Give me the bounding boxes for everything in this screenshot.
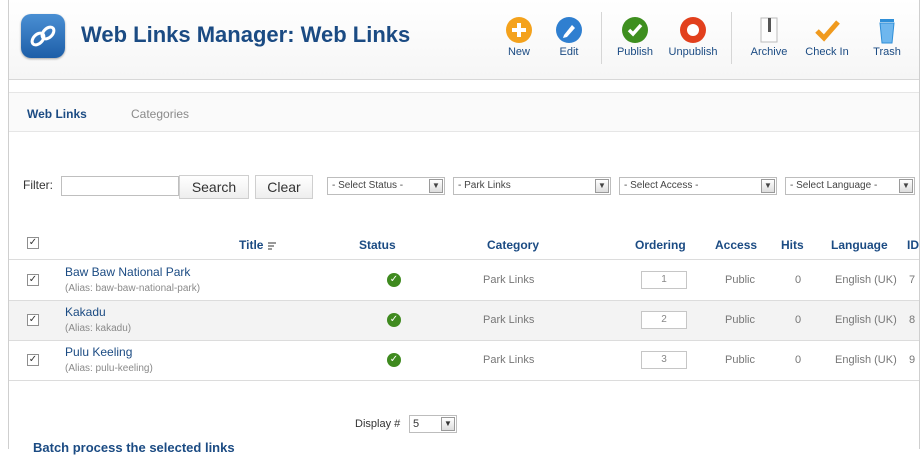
ordering-input[interactable]: 2 xyxy=(641,311,687,329)
chevron-down-icon: ▼ xyxy=(441,417,455,431)
access-cell: Public xyxy=(725,354,755,366)
row-checkbox[interactable]: ✓ xyxy=(27,354,39,366)
link-title[interactable]: Baw Baw National Park xyxy=(65,265,190,279)
filter-bar: Filter: Search Clear - Select Status - ▼… xyxy=(9,170,919,204)
table-row: ✓ Pulu Keeling (Alias: pulu-keeling) ✓ P… xyxy=(9,341,919,381)
chevron-down-icon: ▼ xyxy=(761,179,775,193)
link-alias: (Alias: kakadu) xyxy=(65,323,132,334)
access-cell: Public xyxy=(725,274,755,286)
hits-cell: 0 xyxy=(795,314,802,326)
pencil-icon xyxy=(556,17,582,43)
admin-panel: Web Links Manager: Web Links New Edit Pu… xyxy=(8,0,920,455)
display-count-select[interactable]: 5 ▼ xyxy=(409,415,457,433)
check-icon xyxy=(622,17,648,43)
category-select[interactable]: - Park Links ▼ xyxy=(453,177,611,195)
hits-column-header[interactable]: Hits xyxy=(781,238,804,252)
title-column-header[interactable]: Title xyxy=(239,238,277,252)
link-title[interactable]: Pulu Keeling xyxy=(65,345,132,359)
toolbar: Web Links Manager: Web Links New Edit Pu… xyxy=(9,0,919,80)
trash-label: Trash xyxy=(873,46,901,58)
hits-cell: 0 xyxy=(795,354,802,366)
unpublish-label: Unpublish xyxy=(668,46,718,58)
archive-icon xyxy=(760,17,778,43)
clear-button[interactable]: Clear xyxy=(255,175,313,199)
ordering-column-header[interactable]: Ordering xyxy=(635,238,686,252)
language-column-header[interactable]: Language xyxy=(831,238,888,252)
trash-button[interactable]: Trash xyxy=(859,6,915,68)
language-select[interactable]: - Select Language - ▼ xyxy=(785,177,915,195)
published-status-icon[interactable]: ✓ xyxy=(387,353,401,367)
language-cell: English (UK) xyxy=(835,354,897,366)
language-cell: English (UK) xyxy=(835,274,897,286)
id-cell: 9 xyxy=(909,354,916,366)
archive-label: Archive xyxy=(750,46,788,58)
search-button[interactable]: Search xyxy=(179,175,249,199)
category-select-value: - Park Links xyxy=(458,180,511,191)
category-cell: Park Links xyxy=(483,354,535,366)
row-checkbox[interactable]: ✓ xyxy=(27,314,39,326)
row-checkbox[interactable]: ✓ xyxy=(27,274,39,286)
tab-categories[interactable]: Categories xyxy=(131,107,189,121)
check-in-label: Check In xyxy=(805,46,849,58)
batch-process-heading: Batch process the selected links xyxy=(33,440,235,455)
link-title[interactable]: Kakadu xyxy=(65,305,106,319)
language-select-value: - Select Language - xyxy=(790,180,878,191)
category-column-header[interactable]: Category xyxy=(487,238,539,252)
new-label: New xyxy=(507,46,530,58)
hits-cell: 0 xyxy=(795,274,802,286)
link-alias: (Alias: pulu-keeling) xyxy=(65,363,153,374)
published-status-icon[interactable]: ✓ xyxy=(387,313,401,327)
filter-search-input[interactable] xyxy=(61,176,179,196)
new-button[interactable]: New xyxy=(491,6,547,68)
ordering-input[interactable]: 1 xyxy=(641,271,687,289)
access-column-header[interactable]: Access xyxy=(715,238,757,252)
status-column-header[interactable]: Status xyxy=(359,238,396,252)
page-title: Web Links Manager: Web Links xyxy=(81,22,411,47)
access-select[interactable]: - Select Access - ▼ xyxy=(619,177,777,195)
circle-stop-icon xyxy=(680,17,706,43)
table-header: ✓ Title Status Category Ordering Access … xyxy=(9,228,919,260)
link-alias: (Alias: baw-baw-national-park) xyxy=(65,283,201,294)
status-select[interactable]: - Select Status - ▼ xyxy=(327,177,445,195)
chevron-down-icon: ▼ xyxy=(429,179,443,193)
ordering-input[interactable]: 3 xyxy=(641,351,687,369)
edit-label: Edit xyxy=(559,46,579,58)
pagination: Display # 5 ▼ xyxy=(9,412,919,438)
access-select-value: - Select Access - xyxy=(624,180,699,191)
toolbar-divider xyxy=(731,12,732,64)
weblinks-logo-icon xyxy=(21,14,65,58)
tab-web-links[interactable]: Web Links xyxy=(27,107,87,121)
id-column-header[interactable]: ID xyxy=(907,238,919,252)
chevron-down-icon: ▼ xyxy=(899,179,913,193)
chevron-down-icon: ▼ xyxy=(595,179,609,193)
status-select-value: - Select Status - xyxy=(332,180,404,191)
display-label: Display # xyxy=(355,418,401,430)
id-cell: 7 xyxy=(909,274,916,286)
publish-label: Publish xyxy=(616,46,654,58)
checkmark-icon xyxy=(815,20,840,42)
table-row: ✓ Kakadu (Alias: kakadu) ✓ Park Links 2 … xyxy=(9,301,919,341)
edit-button[interactable]: Edit xyxy=(541,6,597,68)
category-cell: Park Links xyxy=(483,274,535,286)
filter-label: Filter: xyxy=(23,178,53,192)
trash-icon xyxy=(879,19,895,44)
published-status-icon[interactable]: ✓ xyxy=(387,273,401,287)
toolbar-divider xyxy=(601,12,602,64)
display-count-value: 5 xyxy=(413,418,420,430)
table-row: ✓ Baw Baw National Park (Alias: baw-baw-… xyxy=(9,261,919,301)
access-cell: Public xyxy=(725,314,755,326)
publish-button[interactable]: Publish xyxy=(607,6,663,68)
id-cell: 8 xyxy=(909,314,916,326)
check-in-button[interactable]: Check In xyxy=(799,6,855,68)
language-cell: English (UK) xyxy=(835,314,897,326)
submenu: Web Links Categories xyxy=(9,92,919,132)
archive-button[interactable]: Archive xyxy=(741,6,797,68)
category-cell: Park Links xyxy=(483,314,535,326)
plus-icon xyxy=(506,17,532,43)
check-all-checkbox[interactable]: ✓ xyxy=(27,237,39,249)
unpublish-button[interactable]: Unpublish xyxy=(665,6,721,68)
sort-icon xyxy=(267,242,276,250)
